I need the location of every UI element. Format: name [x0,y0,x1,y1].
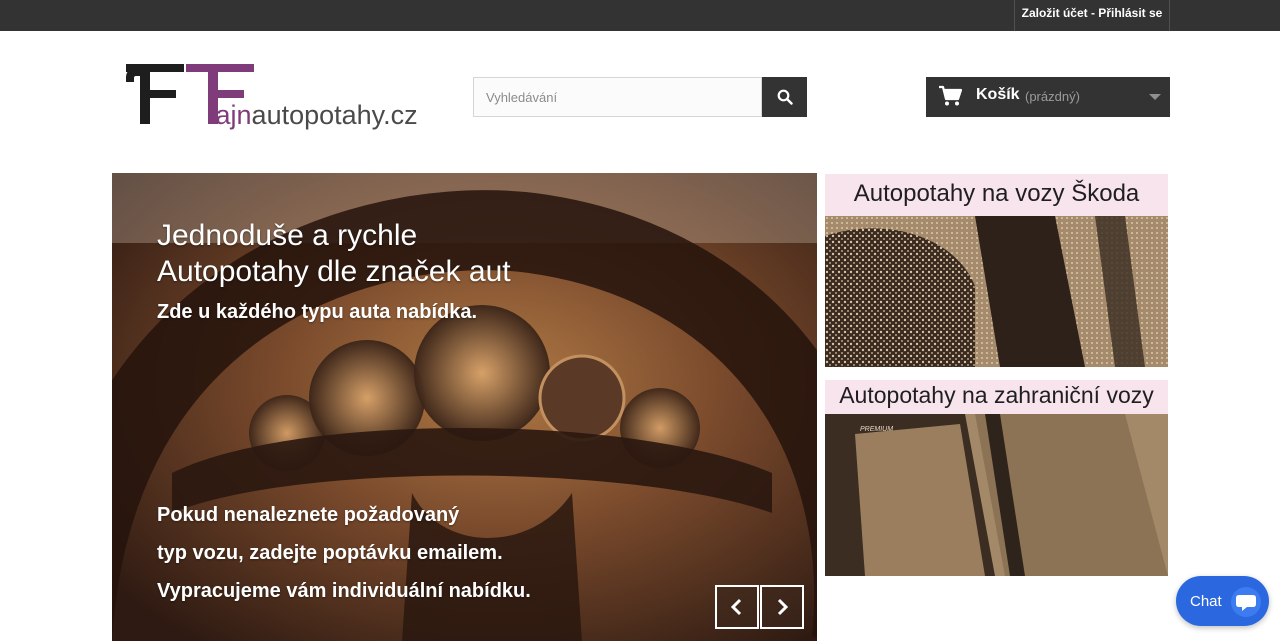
search-button[interactable] [762,77,807,117]
cart-icon [939,85,962,106]
banner-foreign[interactable]: Autopotahy na zahraniční vozy PREMIUM [825,380,1168,576]
slider-heading-line2: Autopotahy dle značek aut [157,255,511,288]
slider-prev-button[interactable] [715,585,759,629]
search-input[interactable] [473,77,762,117]
cart-button[interactable]: Košík (prázdný) [926,77,1170,117]
top-bar: Založit účet - Přihlásit se [0,0,1280,31]
search-icon [777,89,793,105]
chat-button[interactable]: Chat [1176,576,1269,626]
chat-label: Chat [1190,593,1222,610]
slider-next-button[interactable] [760,585,804,629]
banner-skoda[interactable]: Autopotahy na vozy Škoda [825,174,1168,367]
slider-text-line1: Pokud nenaleznete požadovaný [157,504,460,526]
logo-text: fajnautopotahy.cz [208,100,418,131]
chevron-left-icon [730,598,742,616]
chevron-right-icon [777,598,789,616]
banner-image-label: PREMIUM [860,426,893,433]
chevron-down-icon [1149,94,1161,100]
search-bar [473,77,807,117]
banner-image [825,216,1168,367]
slider-text-line2: typ vozu, zadejte poptávku emailem. [157,542,503,564]
cart-label: Košík [976,86,1020,103]
banner-title: Autopotahy na zahraniční vozy [825,380,1168,414]
banner-image: PREMIUM [825,414,1168,576]
slider-heading-line1: Jednoduše a rychle [157,219,418,252]
cart-state: (prázdný) [1025,89,1080,104]
account-link[interactable]: Založit účet - Přihlásit se [1022,6,1163,20]
hero-slider: Jednoduše a rychle Autopotahy dle značek… [112,173,817,641]
slider-text-line3: Vypracujeme vám individuální nabídku. [157,580,531,602]
site-logo[interactable]: fajnautopotahy.cz [124,62,434,130]
chat-bubble-icon [1231,587,1261,617]
banner-title: Autopotahy na vozy Škoda [825,174,1168,216]
logo-text-prefix: fajn [208,100,252,130]
account-links[interactable]: Založit účet - Přihlásit se [1014,0,1170,31]
slider-subheading: Zde u každého typu auta nabídka. [157,301,478,323]
logo-text-suffix: autopotahy.cz [251,100,418,130]
